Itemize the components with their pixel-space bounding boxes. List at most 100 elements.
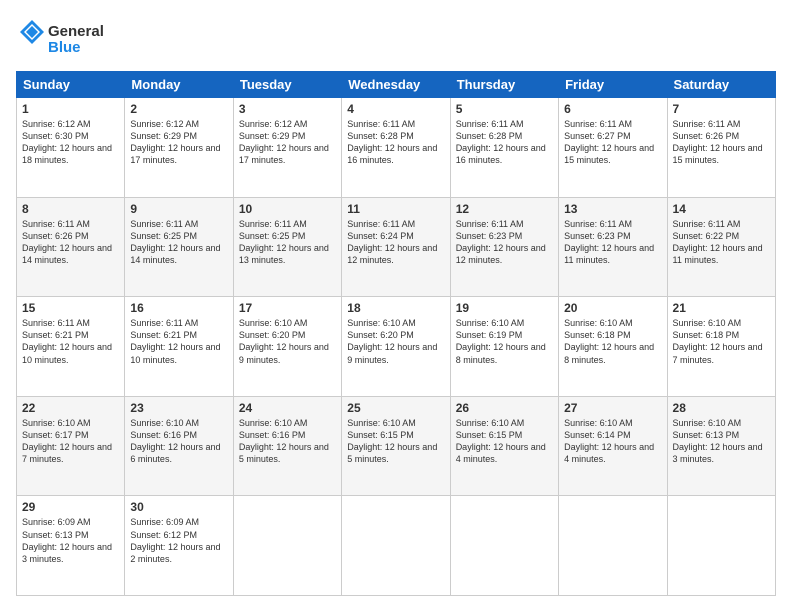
cell-text: Sunrise: 6:09 AMSunset: 6:13 PMDaylight:… — [22, 517, 112, 563]
day-number: 20 — [564, 301, 661, 315]
day-number: 25 — [347, 401, 444, 415]
day-number: 23 — [130, 401, 227, 415]
calendar-cell: 1Sunrise: 6:12 AMSunset: 6:30 PMDaylight… — [17, 98, 125, 198]
calendar-cell: 6 Sunrise: 6:11 AMSunset: 6:27 PMDaylight… — [559, 98, 667, 198]
calendar-cell: 9 Sunrise: 6:11 AMSunset: 6:25 PMDaylight… — [125, 197, 233, 297]
calendar-cell: 26Sunrise: 6:10 AMSunset: 6:15 PMDayligh… — [450, 396, 558, 496]
day-number: 5 — [456, 102, 553, 116]
day-number: 21 — [673, 301, 770, 315]
cell-text: Sunrise: 6:11 AMSunset: 6:25 PMDaylight:… — [239, 219, 329, 265]
calendar-week-row: 8Sunrise: 6:11 AMSunset: 6:26 PMDaylight… — [17, 197, 776, 297]
cell-text: Sunrise: 6:10 AMSunset: 6:20 PMDaylight:… — [347, 318, 437, 364]
cell-text: Sunrise: 6:10 AMSunset: 6:18 PMDaylight:… — [564, 318, 654, 364]
calendar-week-row: 29Sunrise: 6:09 AMSunset: 6:13 PMDayligh… — [17, 496, 776, 596]
day-number: 10 — [239, 202, 336, 216]
cell-text: Sunrise: 6:10 AMSunset: 6:18 PMDaylight:… — [673, 318, 763, 364]
weekday-header-sunday: Sunday — [17, 72, 125, 98]
calendar-cell — [233, 496, 341, 596]
weekday-header-tuesday: Tuesday — [233, 72, 341, 98]
day-number: 27 — [564, 401, 661, 415]
cell-text: Sunrise: 6:10 AMSunset: 6:15 PMDaylight:… — [456, 418, 546, 464]
cell-text: Sunrise: 6:10 AMSunset: 6:16 PMDaylight:… — [239, 418, 329, 464]
calendar-cell — [559, 496, 667, 596]
calendar-table: SundayMondayTuesdayWednesdayThursdayFrid… — [16, 71, 776, 596]
cell-text: Sunrise: 6:11 AMSunset: 6:23 PMDaylight:… — [456, 219, 546, 265]
cell-text: Sunrise: 6:10 AMSunset: 6:17 PMDaylight:… — [22, 418, 112, 464]
cell-text: Sunrise: 6:12 AMSunset: 6:29 PMDaylight:… — [130, 119, 220, 165]
cell-text: Sunrise: 6:11 AMSunset: 6:23 PMDaylight:… — [564, 219, 654, 265]
calendar-cell: 29Sunrise: 6:09 AMSunset: 6:13 PMDayligh… — [17, 496, 125, 596]
weekday-header-wednesday: Wednesday — [342, 72, 450, 98]
day-number: 30 — [130, 500, 227, 514]
calendar-cell: 3 Sunrise: 6:12 AMSunset: 6:29 PMDaylight… — [233, 98, 341, 198]
cell-text: Sunrise: 6:11 AMSunset: 6:27 PMDaylight:… — [564, 119, 654, 165]
day-number: 24 — [239, 401, 336, 415]
cell-text: Sunrise: 6:12 AMSunset: 6:30 PMDaylight:… — [22, 119, 112, 165]
day-number: 4 — [347, 102, 444, 116]
weekday-header-saturday: Saturday — [667, 72, 775, 98]
cell-text: Sunrise: 6:11 AMSunset: 6:26 PMDaylight:… — [673, 119, 763, 165]
day-number: 15 — [22, 301, 119, 315]
cell-text: Sunrise: 6:10 AMSunset: 6:13 PMDaylight:… — [673, 418, 763, 464]
calendar-cell — [667, 496, 775, 596]
logo-svg: General Blue — [16, 16, 126, 61]
day-number: 18 — [347, 301, 444, 315]
cell-text: Sunrise: 6:10 AMSunset: 6:20 PMDaylight:… — [239, 318, 329, 364]
calendar-cell: 27 Sunrise: 6:10 AMSunset: 6:14 PMDayligh… — [559, 396, 667, 496]
day-number: 13 — [564, 202, 661, 216]
calendar-cell — [342, 496, 450, 596]
cell-text: Sunrise: 6:10 AMSunset: 6:14 PMDaylight:… — [564, 418, 654, 464]
weekday-header-row: SundayMondayTuesdayWednesdayThursdayFrid… — [17, 72, 776, 98]
calendar-cell: 19 Sunrise: 6:10 AMSunset: 6:19 PMDayligh… — [450, 297, 558, 397]
day-number: 7 — [673, 102, 770, 116]
day-number: 11 — [347, 202, 444, 216]
day-number: 19 — [456, 301, 553, 315]
cell-text: Sunrise: 6:11 AMSunset: 6:28 PMDaylight:… — [456, 119, 546, 165]
svg-text:Blue: Blue — [48, 39, 81, 56]
weekday-header-monday: Monday — [125, 72, 233, 98]
day-number: 6 — [564, 102, 661, 116]
calendar-cell: 22Sunrise: 6:10 AMSunset: 6:17 PMDayligh… — [17, 396, 125, 496]
calendar-cell: 21 Sunrise: 6:10 AMSunset: 6:18 PMDayligh… — [667, 297, 775, 397]
day-number: 16 — [130, 301, 227, 315]
calendar-cell: 7 Sunrise: 6:11 AMSunset: 6:26 PMDaylight… — [667, 98, 775, 198]
calendar-cell: 24 Sunrise: 6:10 AMSunset: 6:16 PMDayligh… — [233, 396, 341, 496]
day-number: 3 — [239, 102, 336, 116]
logo: General Blue — [16, 16, 126, 61]
calendar-cell — [450, 496, 558, 596]
day-number: 14 — [673, 202, 770, 216]
calendar-cell: 11 Sunrise: 6:11 AMSunset: 6:24 PMDayligh… — [342, 197, 450, 297]
calendar-cell: 23 Sunrise: 6:10 AMSunset: 6:16 PMDayligh… — [125, 396, 233, 496]
header: General Blue — [16, 16, 776, 61]
cell-text: Sunrise: 6:10 AMSunset: 6:19 PMDaylight:… — [456, 318, 546, 364]
day-number: 9 — [130, 202, 227, 216]
calendar-cell: 2 Sunrise: 6:12 AMSunset: 6:29 PMDaylight… — [125, 98, 233, 198]
calendar-cell: 5 Sunrise: 6:11 AMSunset: 6:28 PMDaylight… — [450, 98, 558, 198]
day-number: 12 — [456, 202, 553, 216]
cell-text: Sunrise: 6:11 AMSunset: 6:25 PMDaylight:… — [130, 219, 220, 265]
day-number: 8 — [22, 202, 119, 216]
weekday-header-friday: Friday — [559, 72, 667, 98]
calendar-cell: 16Sunrise: 6:11 AMSunset: 6:21 PMDayligh… — [125, 297, 233, 397]
cell-text: Sunrise: 6:09 AMSunset: 6:12 PMDaylight:… — [130, 517, 220, 563]
calendar-week-row: 22Sunrise: 6:10 AMSunset: 6:17 PMDayligh… — [17, 396, 776, 496]
day-number: 2 — [130, 102, 227, 116]
svg-text:General: General — [48, 23, 104, 40]
calendar-cell: 14 Sunrise: 6:11 AMSunset: 6:22 PMDayligh… — [667, 197, 775, 297]
calendar-cell: 8Sunrise: 6:11 AMSunset: 6:26 PMDaylight… — [17, 197, 125, 297]
cell-text: Sunrise: 6:10 AMSunset: 6:16 PMDaylight:… — [130, 418, 220, 464]
calendar-cell: 17Sunrise: 6:10 AMSunset: 6:20 PMDayligh… — [233, 297, 341, 397]
cell-text: Sunrise: 6:10 AMSunset: 6:15 PMDaylight:… — [347, 418, 437, 464]
calendar-cell: 12 Sunrise: 6:11 AMSunset: 6:23 PMDayligh… — [450, 197, 558, 297]
cell-text: Sunrise: 6:11 AMSunset: 6:22 PMDaylight:… — [673, 219, 763, 265]
cell-text: Sunrise: 6:11 AMSunset: 6:24 PMDaylight:… — [347, 219, 437, 265]
calendar-week-row: 15Sunrise: 6:11 AMSunset: 6:21 PMDayligh… — [17, 297, 776, 397]
calendar-cell: 28 Sunrise: 6:10 AMSunset: 6:13 PMDayligh… — [667, 396, 775, 496]
cell-text: Sunrise: 6:12 AMSunset: 6:29 PMDaylight:… — [239, 119, 329, 165]
calendar-cell: 25 Sunrise: 6:10 AMSunset: 6:15 PMDayligh… — [342, 396, 450, 496]
day-number: 28 — [673, 401, 770, 415]
calendar-week-row: 1Sunrise: 6:12 AMSunset: 6:30 PMDaylight… — [17, 98, 776, 198]
calendar-cell: 30 Sunrise: 6:09 AMSunset: 6:12 PMDayligh… — [125, 496, 233, 596]
calendar-cell: 18 Sunrise: 6:10 AMSunset: 6:20 PMDayligh… — [342, 297, 450, 397]
weekday-header-thursday: Thursday — [450, 72, 558, 98]
